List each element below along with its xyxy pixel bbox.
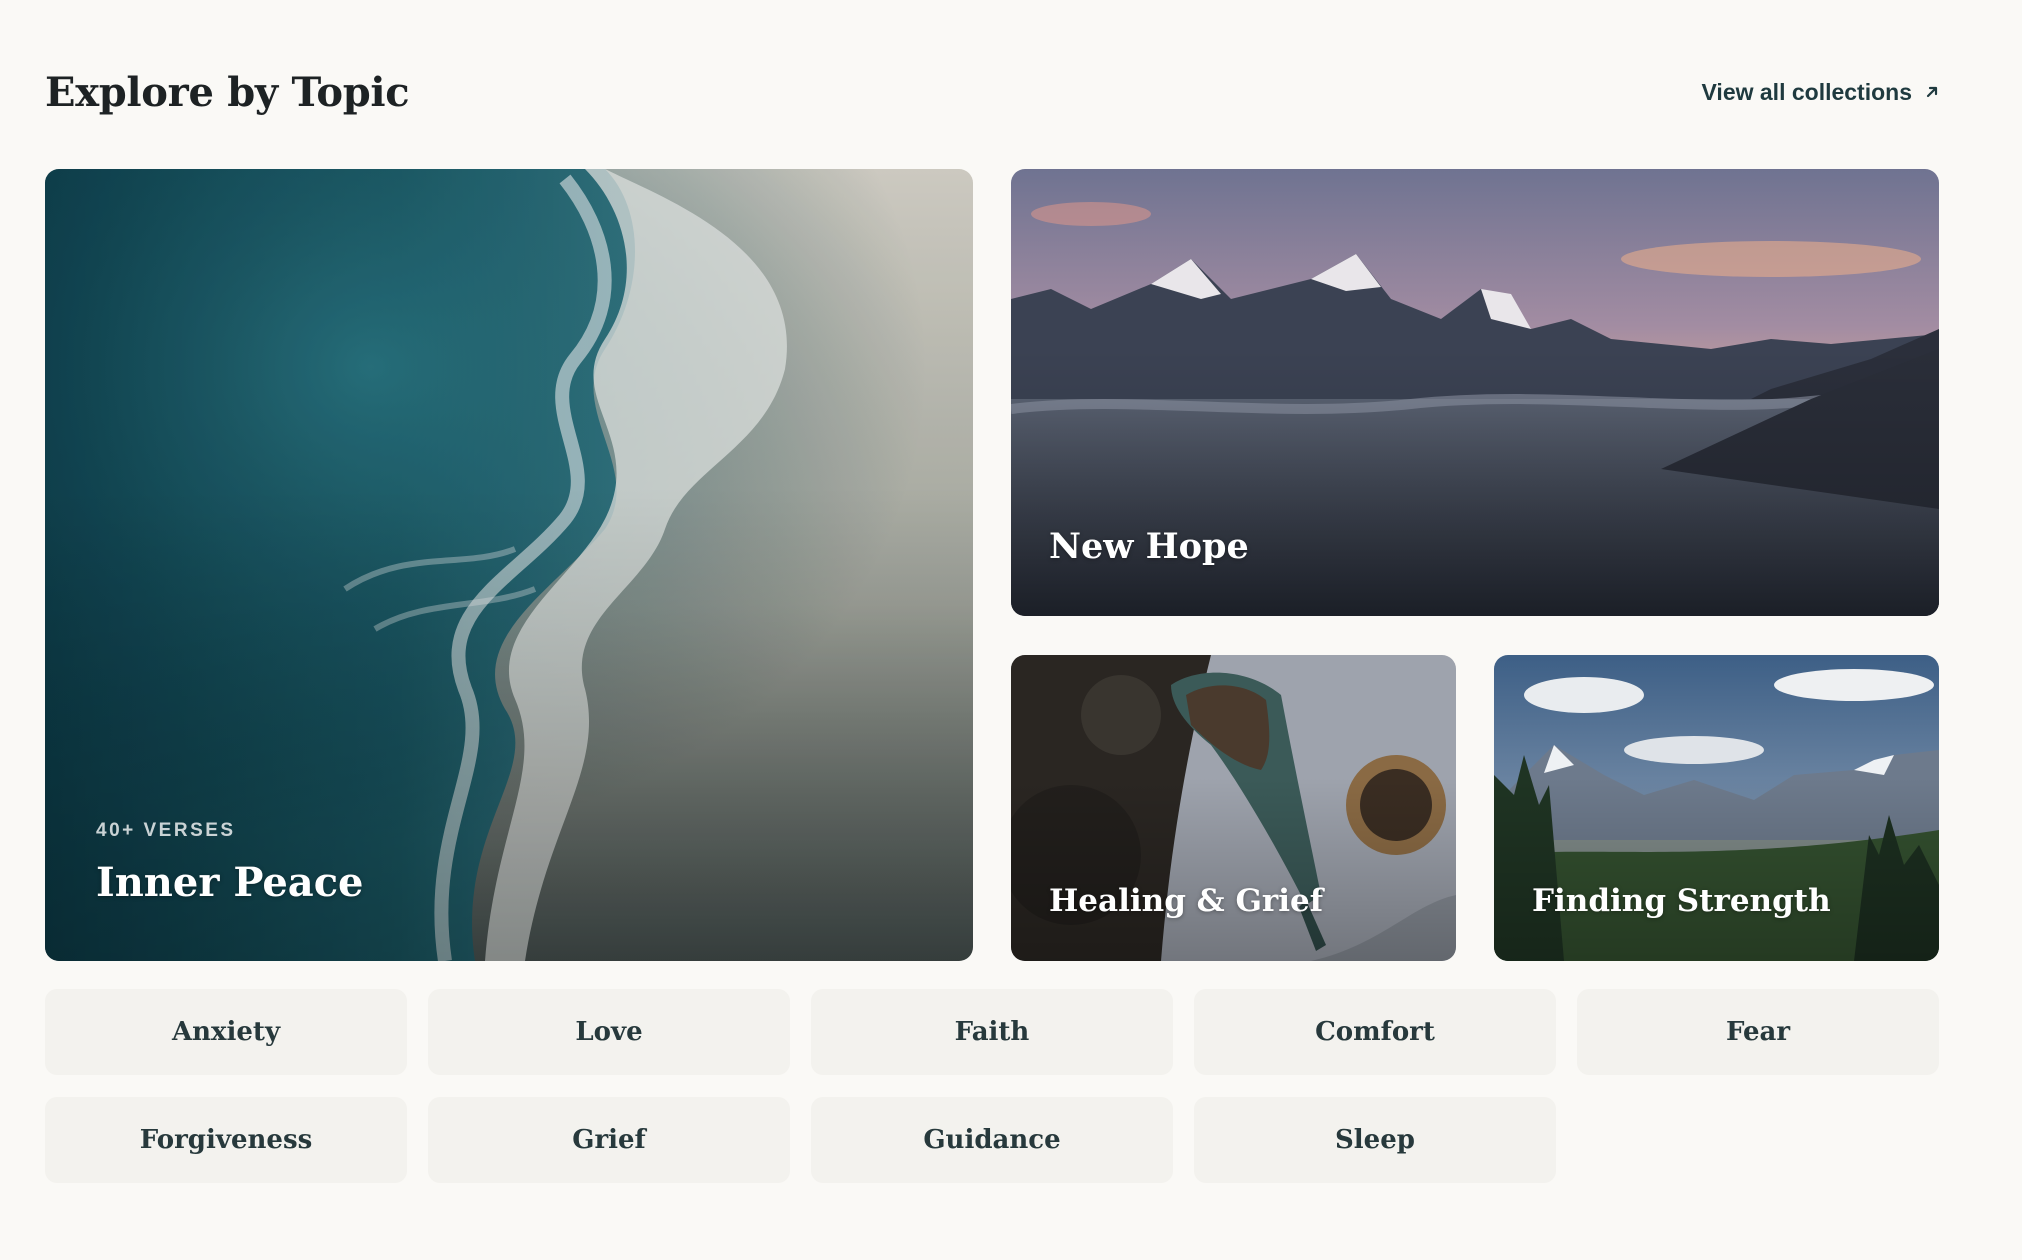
topic-chip-faith[interactable]: Faith: [811, 989, 1173, 1075]
topic-chip-comfort[interactable]: Comfort: [1194, 989, 1556, 1075]
topic-chip-guidance[interactable]: Guidance: [811, 1097, 1173, 1183]
topic-card-inner-peace[interactable]: 40+ VERSES Inner Peace: [45, 169, 973, 961]
card-title-new-hope: New Hope: [1049, 526, 1249, 567]
view-all-collections-link[interactable]: View all collections: [1702, 79, 1941, 106]
verse-count-label: 40+ VERSES: [96, 820, 236, 841]
topic-card-healing-grief[interactable]: Healing & Grief: [1011, 655, 1456, 961]
topic-chip-sleep[interactable]: Sleep: [1194, 1097, 1556, 1183]
topic-chip-anxiety[interactable]: Anxiety: [45, 989, 407, 1075]
topic-chip-grief[interactable]: Grief: [428, 1097, 790, 1183]
topic-chip-forgiveness[interactable]: Forgiveness: [45, 1097, 407, 1183]
card-title-healing-grief: Healing & Grief: [1049, 883, 1324, 919]
topic-chips-grid: Anxiety Love Faith Comfort Fear Forgiven…: [45, 989, 1940, 1183]
topic-card-new-hope[interactable]: New Hope: [1011, 169, 1939, 616]
card-title-finding-strength: Finding Strength: [1532, 883, 1831, 919]
section-header: Explore by Topic View all collections: [45, 62, 1940, 122]
card-title-inner-peace: Inner Peace: [96, 859, 364, 906]
topic-chip-fear[interactable]: Fear: [1577, 989, 1939, 1075]
topic-card-finding-strength[interactable]: Finding Strength: [1494, 655, 1939, 961]
view-all-label: View all collections: [1701, 78, 1913, 105]
arrow-up-right-icon: [1926, 86, 1938, 98]
topic-chip-love[interactable]: Love: [428, 989, 790, 1075]
page-title: Explore by Topic: [45, 68, 410, 116]
